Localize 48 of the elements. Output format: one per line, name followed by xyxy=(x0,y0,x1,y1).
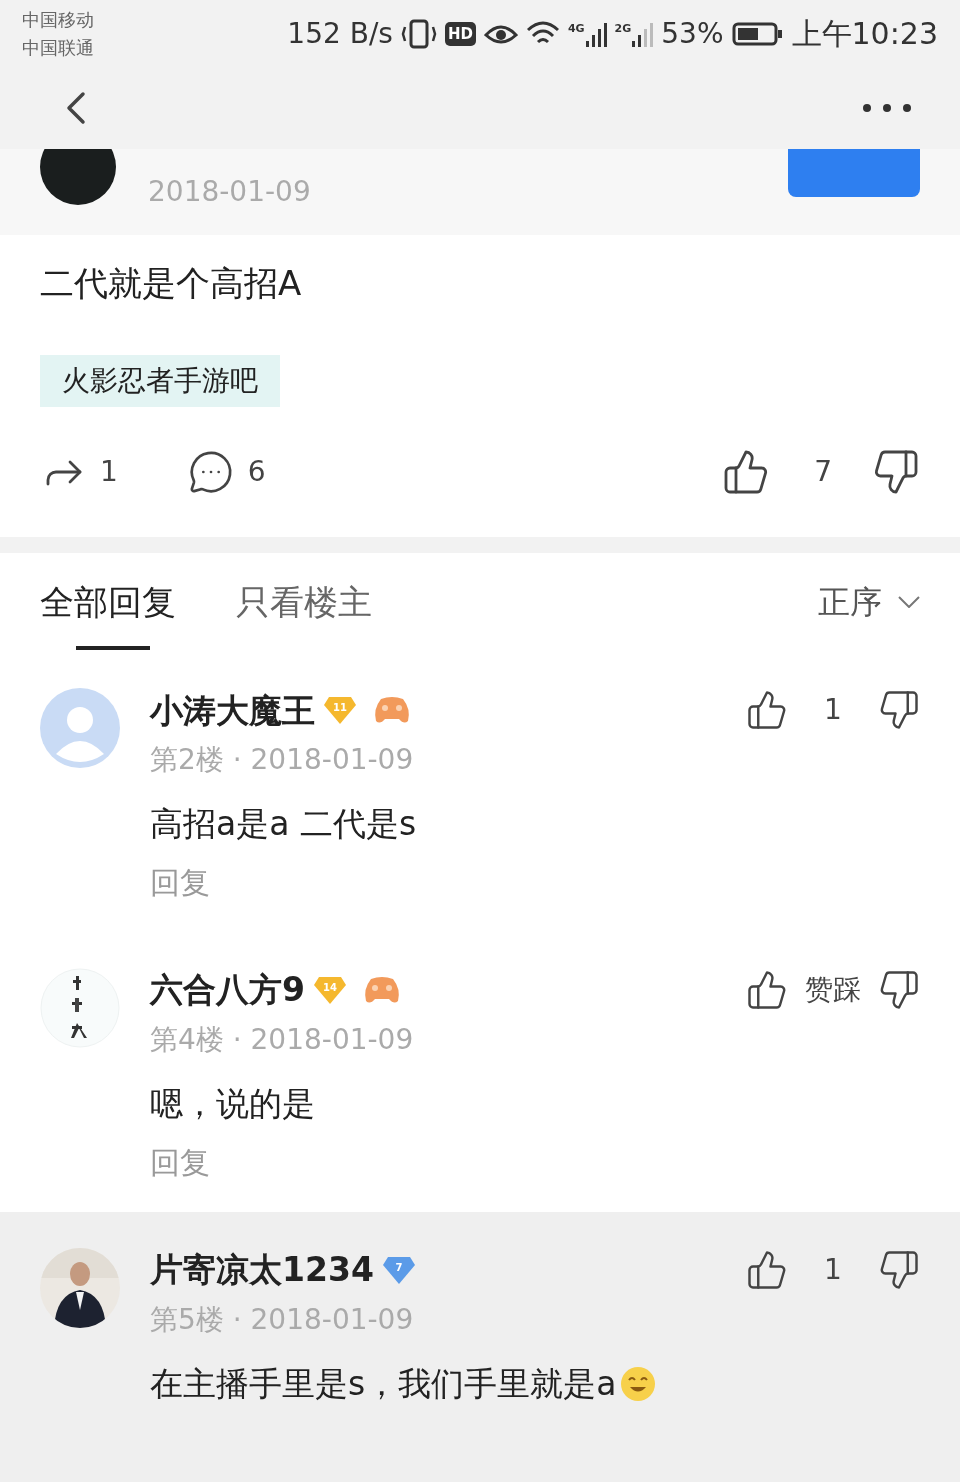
gamepad-icon xyxy=(373,695,411,726)
floor-date: 第5楼 · 2018-01-09 xyxy=(150,1301,415,1338)
level-badge: 11 xyxy=(323,695,357,726)
floor-date: 第4楼 · 2018-01-09 xyxy=(150,1022,415,1059)
gamepad-icon xyxy=(362,975,401,1006)
network-type: 4G xyxy=(567,20,585,37)
battery-level: 53% xyxy=(661,15,724,52)
reply-tab[interactable]: 只看楼主 xyxy=(236,552,372,653)
share-count: 1 xyxy=(100,454,118,491)
signal-icon xyxy=(631,20,654,47)
vote-label: 1 xyxy=(823,692,843,729)
vote-label: 赞踩 xyxy=(804,972,862,1009)
reply-text: 嗯，说的是 xyxy=(150,1083,315,1126)
carrier-label: 中国移动 xyxy=(22,7,94,32)
thumbs-up-icon[interactable] xyxy=(746,689,788,732)
thumbs-down-icon[interactable] xyxy=(878,969,920,1012)
thumbs-down-icon[interactable] xyxy=(878,689,920,732)
level-badge: 7 xyxy=(381,1254,416,1285)
level-badge: 14 xyxy=(312,975,347,1006)
like-count: 7 xyxy=(814,454,832,491)
network-speed: 152 B/s xyxy=(287,15,393,52)
reply-text: 在主播手里是s，我们手里就是a xyxy=(150,1362,617,1405)
reply-text: 高招a是a 二代是s xyxy=(150,803,417,846)
more-icon[interactable] xyxy=(862,102,912,113)
battery-icon xyxy=(731,21,784,46)
user-name[interactable]: 片寄凉太1234 xyxy=(150,1245,374,1295)
hd-badge: HD xyxy=(444,21,476,46)
comment-icon[interactable] xyxy=(187,449,234,496)
follow-button[interactable] xyxy=(788,148,920,197)
comment-count: 6 xyxy=(247,454,266,491)
chevron-down-icon xyxy=(898,596,920,609)
thumbs-down-icon[interactable] xyxy=(878,1248,920,1291)
reply-tab[interactable]: 全部回复 xyxy=(40,552,176,653)
sort-dropdown[interactable]: 正序 xyxy=(818,578,920,627)
signal-icon xyxy=(584,20,607,47)
post-text: 二代就是个高招A xyxy=(40,262,303,306)
thumbs-up-icon[interactable] xyxy=(746,1248,788,1291)
vibrate-icon xyxy=(400,18,437,49)
thumbs-up-icon[interactable] xyxy=(746,969,788,1012)
forum-tag[interactable]: 火影忍者手游吧 xyxy=(40,355,280,408)
vote-label: 1 xyxy=(823,1251,843,1288)
carrier-label: 中国联通 xyxy=(22,35,94,60)
user-name[interactable]: 六合八方9 xyxy=(150,965,305,1015)
post-date: 2018-01-09 xyxy=(148,173,311,210)
clock: 上午10:23 xyxy=(791,15,938,54)
user-name[interactable]: 小涛大魔王 xyxy=(150,685,315,736)
network-type: 2G xyxy=(614,20,632,37)
floor-date: 第2楼 · 2018-01-09 xyxy=(150,742,415,779)
